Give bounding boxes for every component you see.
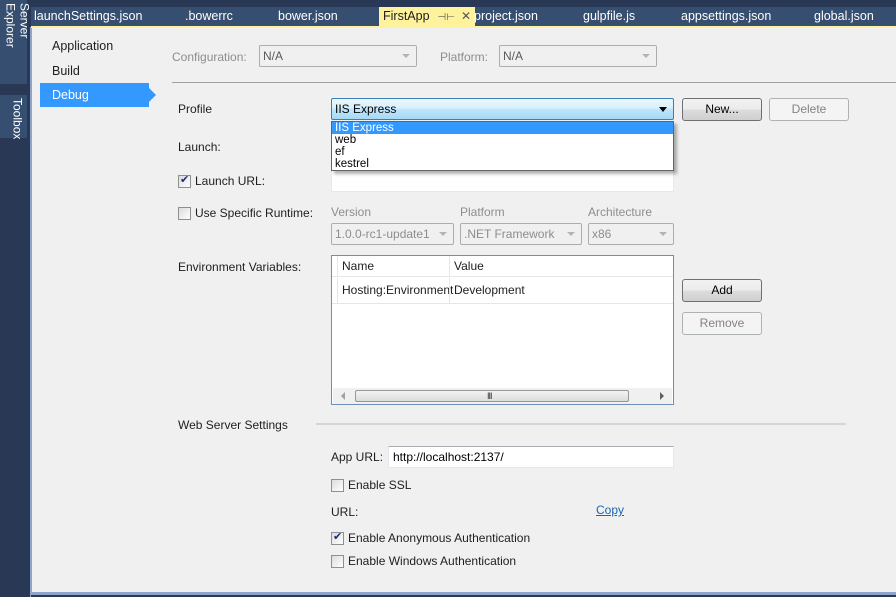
tab-gulpfile[interactable]: gulpfile.js [583, 7, 635, 26]
architecture-label: Architecture [588, 205, 653, 219]
table-row[interactable]: Hosting:Environment Development [332, 278, 673, 304]
project-properties-page: Application Build Debug Configuration: N… [32, 28, 896, 592]
architecture-select[interactable]: x86 [588, 223, 674, 245]
tab-launchsettings[interactable]: launchSettings.json [34, 7, 142, 26]
windows-auth-label: Enable Windows Authentication [348, 554, 517, 568]
platform-label: Platform: [440, 50, 489, 64]
pin-icon[interactable]: ⊣⊢ [438, 8, 455, 27]
bottom-edge [31, 592, 896, 597]
left-dock: Server Explorer Toolbox [0, 0, 32, 597]
launch-url-input[interactable] [331, 170, 674, 192]
web-server-divider [316, 423, 846, 425]
anonymous-auth-label: Enable Anonymous Authentication [348, 531, 531, 545]
web-server-settings-heading: Web Server Settings [178, 418, 288, 432]
tab-global-json[interactable]: global.json [814, 7, 874, 26]
anonymous-auth-checkbox[interactable] [331, 530, 344, 545]
document-tab-bar: launchSettings.json .bowerrc bower.json … [31, 0, 896, 28]
toolbox-label: Toolbox [10, 98, 25, 140]
profile-option-kestrel[interactable]: kestrel [332, 158, 673, 170]
tab-firstapp[interactable]: FirstApp ⊣⊢ ✕ [379, 7, 476, 27]
env-var-name-cell[interactable]: Hosting:Environment [338, 280, 453, 301]
use-specific-runtime-checkbox[interactable] [178, 207, 191, 220]
remove-env-var-button[interactable]: Remove [682, 312, 762, 335]
ssl-url-label: URL: [331, 505, 359, 519]
app-url-input[interactable]: http://localhost:2137/ [388, 446, 674, 468]
architecture-value: x86 [592, 227, 612, 241]
env-var-value-cell[interactable]: Development [450, 280, 525, 301]
column-header-name[interactable]: Name [338, 256, 374, 277]
nav-item-application[interactable]: Application [40, 34, 149, 58]
version-select[interactable]: 1.0.0-rc1-update1 [331, 223, 454, 245]
chevron-down-icon [659, 232, 667, 236]
platform-value: N/A [503, 49, 524, 63]
platform-select[interactable]: N/A [499, 45, 657, 67]
windows-auth-checkbox[interactable] [331, 555, 344, 568]
launch-url-label: Launch URL: [195, 174, 266, 188]
tab-bowerrc[interactable]: .bowerrc [185, 7, 233, 26]
scroll-grip-icon: III [487, 391, 492, 401]
version-value: 1.0.0-rc1-update1 [335, 227, 430, 241]
server-explorer-tab[interactable]: Server Explorer [0, 0, 32, 84]
nav-item-build[interactable]: Build [40, 59, 149, 83]
chevron-down-icon [659, 107, 667, 112]
grid-header: Name Value [332, 256, 673, 277]
profile-option-web[interactable]: web [332, 134, 673, 146]
close-icon[interactable]: ✕ [461, 7, 471, 26]
configuration-value: N/A [263, 49, 284, 63]
profile-dropdown-list: IIS Express web ef kestrel [331, 121, 674, 171]
tab-appsettings[interactable]: appsettings.json [681, 7, 771, 26]
runtime-platform-select[interactable]: .NET Framework [460, 223, 582, 245]
new-profile-button[interactable]: New... [682, 98, 762, 121]
server-explorer-label: Server Explorer [3, 3, 32, 48]
column-header-value[interactable]: Value [450, 256, 484, 277]
profile-option-ef[interactable]: ef [332, 146, 673, 158]
tab-project-json[interactable]: project.json [474, 7, 538, 26]
profile-label: Profile [178, 102, 213, 116]
tab-firstapp-label: FirstApp [383, 9, 430, 23]
enable-ssl-label: Enable SSL [348, 478, 412, 492]
profile-selected-value: IIS Express [335, 102, 397, 116]
runtime-platform-label: Platform [460, 205, 505, 219]
configuration-label: Configuration: [172, 50, 247, 64]
config-divider [172, 82, 896, 83]
launch-label: Launch: [178, 140, 221, 154]
configuration-select[interactable]: N/A [259, 45, 417, 67]
version-label: Version [331, 205, 372, 219]
chevron-down-icon [642, 54, 650, 58]
environment-variables-label: Environment Variables: [178, 260, 302, 274]
use-specific-runtime-label: Use Specific Runtime: [195, 206, 314, 220]
environment-variables-grid: Name Value Hosting:Environment Developme… [331, 255, 674, 405]
profile-select[interactable]: IIS Express [331, 98, 674, 120]
profile-option-iis-express[interactable]: IIS Express [332, 122, 673, 134]
nav-item-debug[interactable]: Debug [40, 83, 156, 107]
chevron-down-icon [402, 54, 410, 58]
add-env-var-button[interactable]: Add [682, 279, 762, 302]
copy-url-link[interactable]: Copy [596, 503, 624, 517]
launch-url-checkbox[interactable] [178, 173, 191, 188]
runtime-platform-value: .NET Framework [464, 227, 555, 241]
toolbox-tab[interactable]: Toolbox [0, 95, 27, 140]
scroll-right-arrow-icon[interactable] [660, 392, 664, 400]
scroll-thumb[interactable]: III [355, 390, 629, 402]
enable-ssl-checkbox[interactable] [331, 479, 344, 492]
chevron-down-icon [439, 232, 447, 236]
horizontal-scrollbar[interactable]: III [333, 388, 672, 404]
scroll-left-arrow-icon[interactable] [341, 392, 345, 400]
tab-bower-json[interactable]: bower.json [278, 7, 338, 26]
chevron-down-icon [567, 232, 575, 236]
delete-profile-button[interactable]: Delete [769, 98, 849, 121]
app-url-label: App URL: [331, 450, 384, 464]
